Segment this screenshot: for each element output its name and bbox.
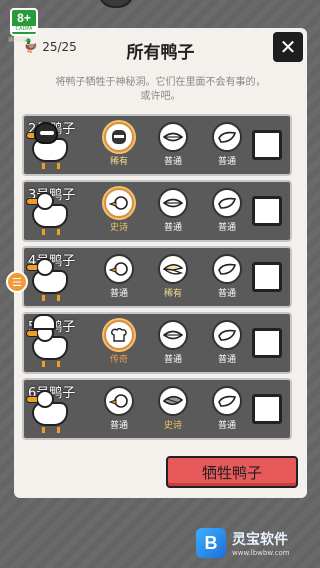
wing-icon[interactable] [212,122,242,152]
rarity-label: 普通 [217,355,236,365]
duck-head [36,258,54,276]
duck-row[interactable]: 3号鸭子史诗普通普通 [22,180,292,242]
duck-beak [26,198,38,205]
select-duck-checkbox[interactable] [252,196,282,226]
wing-icon[interactable] [212,254,242,284]
close-button[interactable]: ✕ [273,32,303,62]
age-rating: 8+ [17,11,31,25]
panel-title: 所有鸭子 [126,43,195,63]
age-rating-label: CADPA [12,26,36,32]
duck-list[interactable]: 2号鸭子稀有普通普通3号鸭子史诗普通普通4号鸭子普通稀有普通5号鸭子传奇普通普通… [22,114,292,444]
select-duck-checkbox[interactable] [252,262,282,292]
duck-row[interactable]: 2号鸭子稀有普通普通 [22,114,292,176]
duck-row[interactable]: 4号鸭子普通稀有普通 [22,246,292,308]
list-icon[interactable]: ☰ [6,271,28,293]
wing-icon[interactable] [212,386,242,416]
gray-beak-icon[interactable] [158,386,188,416]
age-rating-badge: 8+ CADPA [10,8,38,36]
rarity-label: 史诗 [109,223,128,233]
duck-row[interactable]: 6号鸭子普通史诗普通 [22,378,292,440]
ninja-hat [34,122,58,144]
chef-hat-icon[interactable] [104,320,134,350]
beak-icon[interactable] [158,254,188,284]
rarity-label: 普通 [109,421,128,431]
sacrifice-duck-button[interactable]: 牺牲鸭子 [166,456,298,488]
watermark-url: www.lbwbw.com [232,549,290,557]
mouth-icon[interactable] [158,122,188,152]
duck-head-icon[interactable] [104,254,134,284]
duck-head-icon[interactable] [104,188,134,218]
chef-hat [32,314,56,330]
all-ducks-panel: 🦆 25/25 所有鸭子 ✕ 将鸭子牺牲于神秘洞。它们在里面不会有事的， 或许吧… [14,28,307,498]
watermark-logo: B [196,528,226,558]
description-line-2: 或许吧。 [140,91,181,102]
description-line-1: 将鸭子牺牲于神秘洞。它们在里面不会有事的， [55,77,266,88]
mouth-icon[interactable] [158,188,188,218]
duck-head-icon[interactable] [104,386,134,416]
rarity-label: 普通 [217,289,236,299]
age-rating-caption: 适龄提示 [8,37,29,43]
wing-icon[interactable] [212,320,242,350]
rarity-label: 稀有 [163,289,182,299]
duck-legs [42,427,60,433]
rarity-label: 普通 [217,223,236,233]
rarity-label: 史诗 [163,421,182,431]
rarity-label: 普通 [163,157,182,167]
watermark-name: 灵宝软件 [232,532,288,548]
rarity-label: 传奇 [109,355,128,365]
rarity-label: 普通 [217,157,236,167]
duck-legs [42,361,60,367]
ninja-hat-icon[interactable] [104,122,134,152]
rarity-label: 普通 [163,223,182,233]
mouth-icon[interactable] [158,320,188,350]
duck-beak [26,264,38,271]
watermark: B 灵宝软件 www.lbwbw.com [196,523,318,563]
panel-description: 将鸭子牺牲于神秘洞。它们在里面不会有事的， 或许吧。 [32,76,289,104]
duck-legs [42,163,60,169]
rarity-label: 普通 [163,355,182,365]
rarity-label: 普通 [217,421,236,431]
select-duck-checkbox[interactable] [252,130,282,160]
rarity-label: 普通 [109,289,128,299]
duck-row[interactable]: 5号鸭子传奇普通普通 [22,312,292,374]
wing-icon[interactable] [212,188,242,218]
select-duck-checkbox[interactable] [252,394,282,424]
select-duck-checkbox[interactable] [252,328,282,358]
duck-beak [26,330,38,337]
duck-legs [42,295,60,301]
duck-head [36,192,54,210]
duck-legs [42,229,60,235]
duck-head [36,390,54,408]
close-icon: ✕ [279,35,297,59]
duck-beak [26,396,38,403]
rarity-label: 稀有 [109,157,128,167]
